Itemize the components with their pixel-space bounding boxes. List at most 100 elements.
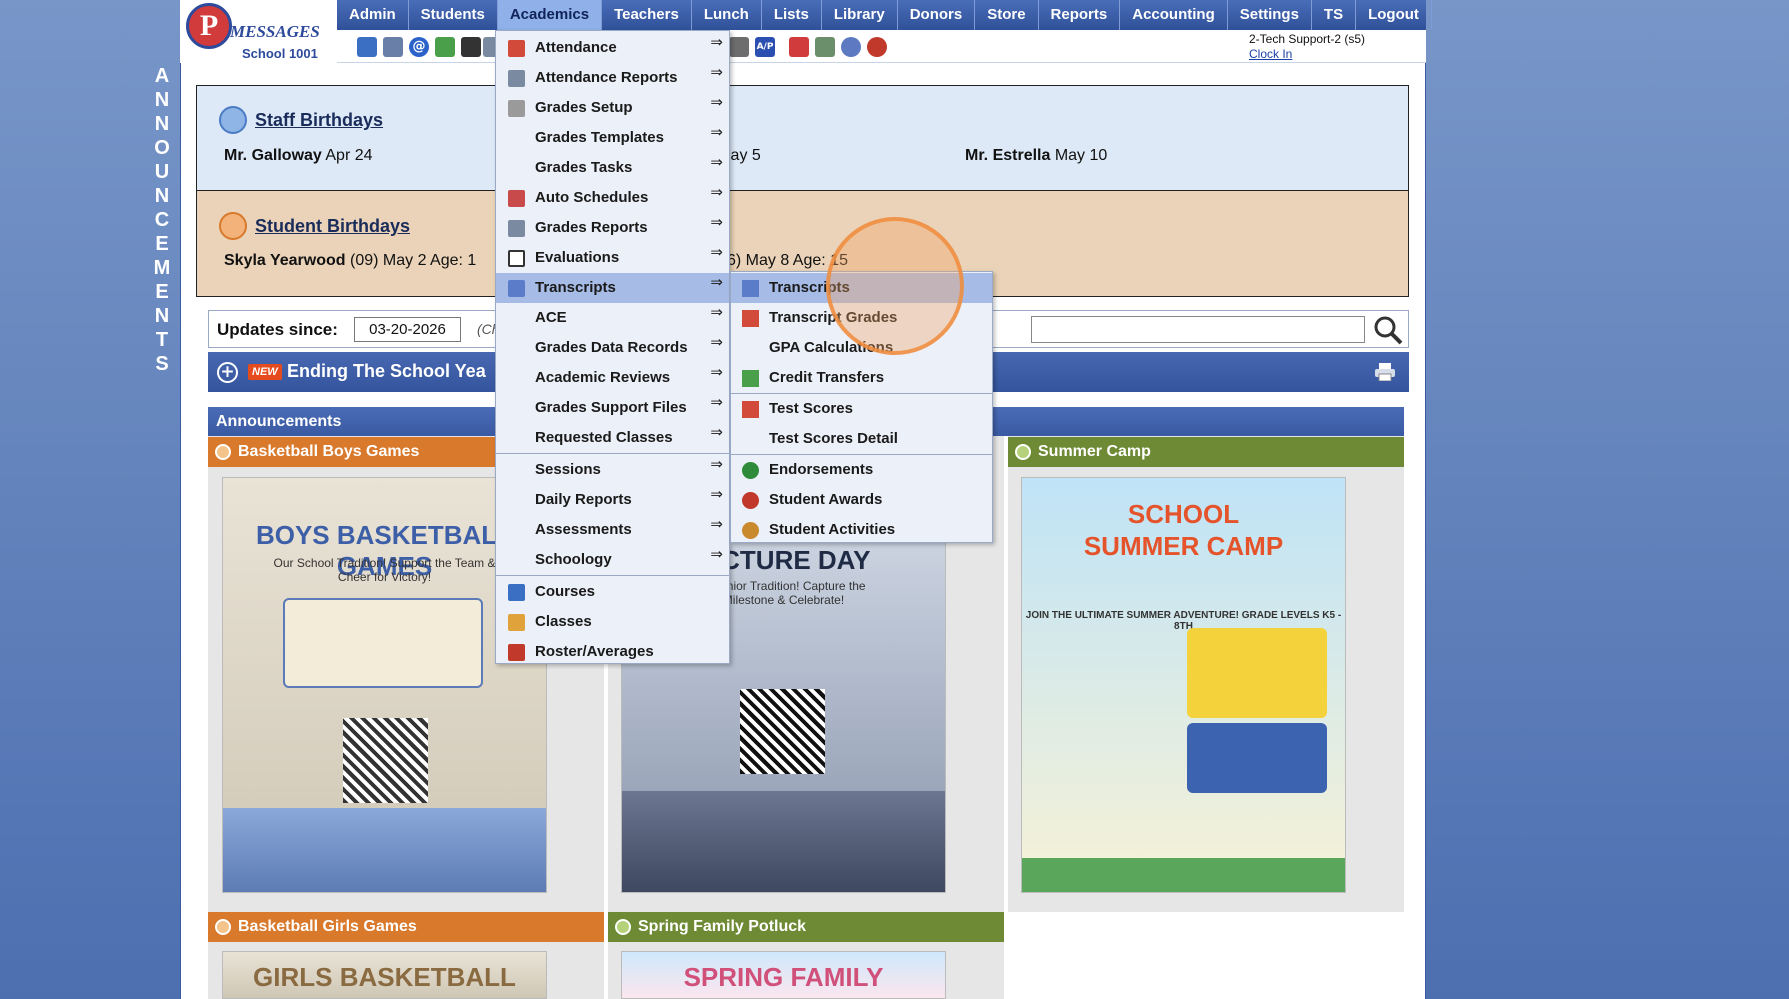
banner-letter: E [155, 233, 169, 255]
menu-item-label: Sessions [535, 461, 601, 478]
category-summer-camp[interactable]: Summer Camp [1008, 437, 1404, 467]
cash-icon[interactable] [815, 37, 835, 57]
submenu-item-test-scores-detail[interactable]: Test Scores Detail [731, 424, 992, 454]
submenu-item-test-scores[interactable]: Test Scores [731, 394, 992, 424]
menu-settings[interactable]: Settings [1228, 0, 1312, 30]
menu-academics[interactable]: Academics [497, 0, 603, 30]
poster-spring-potluck[interactable]: SPRING FAMILY [621, 951, 946, 999]
menu-item-label: Grades Templates [535, 129, 664, 146]
menu-item-label: Requested Classes [535, 429, 673, 446]
poster-title: SCHOOL SUMMER CAMP [1083, 499, 1284, 561]
clock-in-link[interactable]: Clock In [1249, 47, 1292, 61]
staff-birthdays-title[interactable]: Staff Birthdays [255, 110, 383, 131]
menu-item-schoology[interactable]: Schoology ⇒ [496, 545, 729, 575]
submenu-item-label: Student Awards [769, 491, 883, 508]
menu-reports[interactable]: Reports [1039, 0, 1121, 30]
submenu-item-label: Credit Transfers [769, 369, 885, 386]
search-input[interactable] [1031, 316, 1365, 343]
menu-item-label: Assessments [535, 521, 632, 538]
app-logo[interactable]: P MESSAGES School 1001 [180, 0, 337, 63]
email-icon[interactable]: @ [409, 37, 429, 57]
menu-item-label: Academic Reviews [535, 369, 671, 386]
student-birthdays-title[interactable]: Student Birthdays [255, 216, 410, 237]
menu-teachers[interactable]: Teachers [602, 0, 692, 30]
ap-icon[interactable]: A/P [755, 37, 775, 57]
menu-item-grades-setup[interactable]: Grades Setup ⇒ [496, 93, 729, 123]
submenu-arrow-icon: ⇒ [710, 93, 723, 111]
expand-icon[interactable]: + [217, 362, 238, 383]
menu-donors[interactable]: Donors [898, 0, 976, 30]
search-icon[interactable] [1372, 314, 1404, 346]
menu-library[interactable]: Library [822, 0, 898, 30]
user-info: 2-Tech Support-2 (s5) Clock In [1249, 32, 1365, 62]
news-title[interactable]: Ending The School Yea [287, 361, 486, 382]
menu-item-label: Attendance [535, 39, 617, 56]
staff-birthday-entry: Mr. Estrella May 10 [965, 147, 1108, 164]
printer-icon [508, 70, 525, 87]
submenu-item-student-awards[interactable]: Student Awards [731, 485, 992, 515]
submenu-arrow-icon: ⇒ [710, 213, 723, 231]
banner-letter: C [154, 209, 170, 231]
menu-students[interactable]: Students [409, 0, 498, 30]
updates-since-label: Updates since: [217, 320, 338, 339]
menu-item-attendance-reports[interactable]: Attendance Reports ⇒ [496, 63, 729, 93]
menu-item-label: Transcripts [535, 279, 616, 296]
menu-item-auto-schedules[interactable]: Auto Schedules ⇒ [496, 183, 729, 213]
banner-letter: N [154, 305, 170, 327]
printer-icon[interactable] [729, 37, 749, 57]
menu-item-requested-classes[interactable]: Requested Classes ⇒ [496, 423, 729, 453]
menu-item-roster-averages[interactable]: Roster/Averages [496, 637, 729, 667]
phone-icon[interactable] [461, 37, 481, 57]
menu-item-grades-templates[interactable]: Grades Templates ⇒ [496, 123, 729, 153]
power-icon[interactable] [867, 37, 887, 57]
banner-letter: O [154, 137, 170, 159]
poster-summer-camp[interactable]: SCHOOL SUMMER CAMP JOIN THE ULTIMATE SUM… [1021, 477, 1346, 893]
menu-item-courses[interactable]: Courses [496, 577, 729, 607]
submenu-item-student-activities[interactable]: Student Activities [731, 515, 992, 545]
category-spring-potluck[interactable]: Spring Family Potluck [608, 912, 1004, 942]
poster-basketball-girls[interactable]: GIRLS BASKETBALL GAMES [222, 951, 547, 999]
submenu-item-endorsements[interactable]: Endorsements [731, 455, 992, 485]
menu-item-evaluations[interactable]: Evaluations ⇒ [496, 243, 729, 273]
category-icon [615, 919, 631, 935]
menu-ts[interactable]: TS [1312, 0, 1357, 30]
category-basketball-girls[interactable]: Basketball Girls Games [208, 912, 604, 942]
menu-item-daily-reports[interactable]: Daily Reports ⇒ [496, 485, 729, 515]
menu-lunch[interactable]: Lunch [692, 0, 762, 30]
menu-item-attendance[interactable]: Attendance ⇒ [496, 33, 729, 63]
menu-item-grades-data-records[interactable]: Grades Data Records ⇒ [496, 333, 729, 363]
book-icon [508, 584, 525, 601]
menu-item-grades-support-files[interactable]: Grades Support Files ⇒ [496, 393, 729, 423]
menu-store[interactable]: Store [975, 0, 1039, 30]
academics-dropdown-menu: Attendance ⇒ Attendance Reports ⇒ Grades Set… [495, 30, 730, 664]
menu-item-ace[interactable]: ACE ⇒ [496, 303, 729, 333]
chat-icon[interactable] [435, 37, 455, 57]
menu-logout[interactable]: Logout [1356, 0, 1432, 30]
menu-item-sessions[interactable]: Sessions ⇒ [496, 455, 729, 485]
submenu-arrow-icon: ⇒ [710, 515, 723, 533]
poster-title: SPRING FAMILY [683, 962, 884, 992]
menu-item-assessments[interactable]: Assessments ⇒ [496, 515, 729, 545]
menu-lists[interactable]: Lists [762, 0, 822, 30]
menu-item-classes[interactable]: Classes [496, 607, 729, 637]
menu-item-grades-reports[interactable]: Grades Reports ⇒ [496, 213, 729, 243]
menu-item-label: Grades Tasks [535, 159, 633, 176]
help-icon[interactable] [841, 37, 861, 57]
user-name: 2-Tech Support-2 (s5) [1249, 32, 1366, 46]
balloon-icon [219, 212, 247, 240]
pdf-icon[interactable] [789, 37, 809, 57]
submenu-item-credit-transfers[interactable]: Credit Transfers [731, 363, 992, 393]
updates-date-input[interactable]: 03-20-2026 [354, 317, 461, 342]
menu-accounting[interactable]: Accounting [1120, 0, 1228, 30]
calendar-icon[interactable] [383, 37, 403, 57]
attendance-icon [508, 40, 525, 57]
search-icon[interactable] [357, 37, 377, 57]
submenu-arrow-icon: ⇒ [710, 153, 723, 171]
ribbon-icon [742, 492, 759, 509]
menu-admin[interactable]: Admin [337, 0, 409, 30]
menu-item-grades-tasks[interactable]: Grades Tasks ⇒ [496, 153, 729, 183]
submenu-arrow-icon: ⇒ [710, 363, 723, 381]
printer-icon[interactable] [1375, 363, 1395, 382]
menu-item-academic-reviews[interactable]: Academic Reviews ⇒ [496, 363, 729, 393]
menu-item-transcripts[interactable]: Transcripts ⇒ [496, 273, 729, 303]
